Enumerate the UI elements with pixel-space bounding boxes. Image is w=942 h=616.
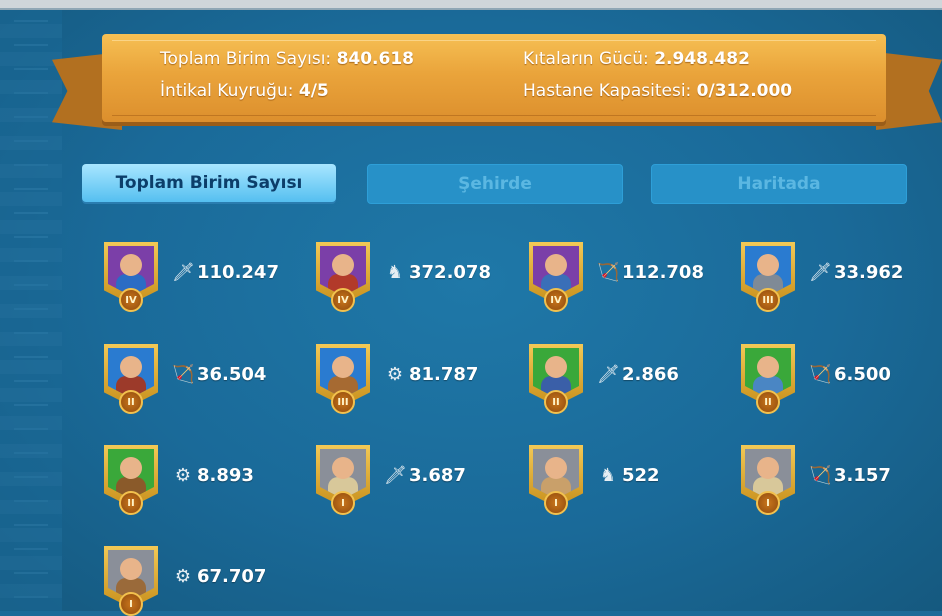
- unit-entry[interactable]: I 🏹 3.157: [741, 445, 942, 515]
- march-queue-label: İntikal Kuyruğu:: [160, 81, 294, 101]
- march-queue-stat: İntikal Kuyruğu: 4/5: [160, 81, 329, 101]
- bow-icon: 🏹: [809, 364, 832, 385]
- unit-entry[interactable]: II 🗡 2.866: [529, 344, 749, 414]
- unit-count: 112.708: [622, 262, 704, 283]
- unit-entry[interactable]: II 🏹 6.500: [741, 344, 942, 414]
- sword-icon: 🗡: [597, 364, 620, 385]
- tier-badge: IV: [119, 288, 143, 312]
- sword-icon: 🗡: [809, 262, 832, 283]
- decorative-border: [0, 10, 62, 611]
- tab-on-map[interactable]: Haritada: [651, 164, 907, 204]
- siege-icon: ⚙: [386, 364, 404, 385]
- tier-badge: I: [756, 491, 780, 515]
- tier-badge: I: [119, 592, 143, 616]
- hospital-capacity-label: Hastane Kapasitesi:: [523, 81, 692, 101]
- tier-badge: IV: [331, 288, 355, 312]
- unit-entry[interactable]: IV 🗡 110.247: [104, 242, 324, 312]
- unit-entry[interactable]: II ⚙ 8.893: [104, 445, 324, 515]
- unit-entry[interactable]: II 🏹 36.504: [104, 344, 324, 414]
- bow-icon: 🏹: [809, 465, 832, 486]
- unit-count: 3.687: [409, 465, 466, 486]
- tier-badge: II: [756, 390, 780, 414]
- unit-count: 2.866: [622, 364, 679, 385]
- unit-count: 33.962: [834, 262, 904, 283]
- march-queue-value: 4/5: [298, 81, 329, 101]
- bow-icon: 🏹: [172, 364, 195, 385]
- unit-entry[interactable]: IV ♞ 372.078: [316, 242, 536, 312]
- troop-power-stat: Kıtaların Gücü: 2.948.482: [523, 49, 750, 69]
- hospital-capacity-stat: Hastane Kapasitesi: 0/312.000: [523, 81, 792, 101]
- unit-entry[interactable]: I 🗡 3.687: [316, 445, 536, 515]
- tier-badge: II: [119, 390, 143, 414]
- horse-icon: ♞: [599, 465, 617, 486]
- sword-icon: 🗡: [172, 262, 195, 283]
- total-units-stat: Toplam Birim Sayısı: 840.618: [160, 49, 414, 69]
- tier-badge: II: [544, 390, 568, 414]
- hospital-capacity-value: 0/312.000: [696, 81, 793, 101]
- total-units-label: Toplam Birim Sayısı:: [160, 49, 332, 69]
- total-units-value: 840.618: [336, 49, 414, 69]
- tier-badge: IV: [544, 288, 568, 312]
- tab-total-units[interactable]: Toplam Birim Sayısı: [82, 164, 336, 202]
- unit-entry[interactable]: I ♞ 522: [529, 445, 749, 515]
- unit-count: 6.500: [834, 364, 891, 385]
- summary-ribbon: [102, 34, 886, 122]
- unit-count: 372.078: [409, 262, 491, 283]
- troop-power-value: 2.948.482: [654, 49, 750, 69]
- unit-count: 3.157: [834, 465, 891, 486]
- unit-count: 81.787: [409, 364, 479, 385]
- unit-entry[interactable]: I ⚙ 67.707: [104, 546, 324, 616]
- bow-icon: 🏹: [597, 262, 620, 283]
- unit-entry[interactable]: IV 🏹 112.708: [529, 242, 749, 312]
- unit-count: 522: [622, 465, 660, 486]
- unit-entry[interactable]: III ⚙ 81.787: [316, 344, 536, 414]
- tier-badge: I: [544, 491, 568, 515]
- tab-in-city[interactable]: Şehirde: [367, 164, 623, 204]
- horse-icon: ♞: [386, 262, 404, 283]
- unit-count: 8.893: [197, 465, 254, 486]
- unit-entry[interactable]: III 🗡 33.962: [741, 242, 942, 312]
- sword-icon: 🗡: [384, 465, 407, 486]
- tier-badge: I: [331, 491, 355, 515]
- unit-count: 110.247: [197, 262, 279, 283]
- tier-badge: III: [331, 390, 355, 414]
- troop-power-label: Kıtaların Gücü:: [523, 49, 649, 69]
- unit-count: 36.504: [197, 364, 267, 385]
- unit-count: 67.707: [197, 566, 267, 587]
- top-edge: [0, 0, 942, 10]
- siege-icon: ⚙: [174, 465, 192, 486]
- tier-badge: III: [756, 288, 780, 312]
- siege-icon: ⚙: [174, 566, 192, 587]
- tier-badge: II: [119, 491, 143, 515]
